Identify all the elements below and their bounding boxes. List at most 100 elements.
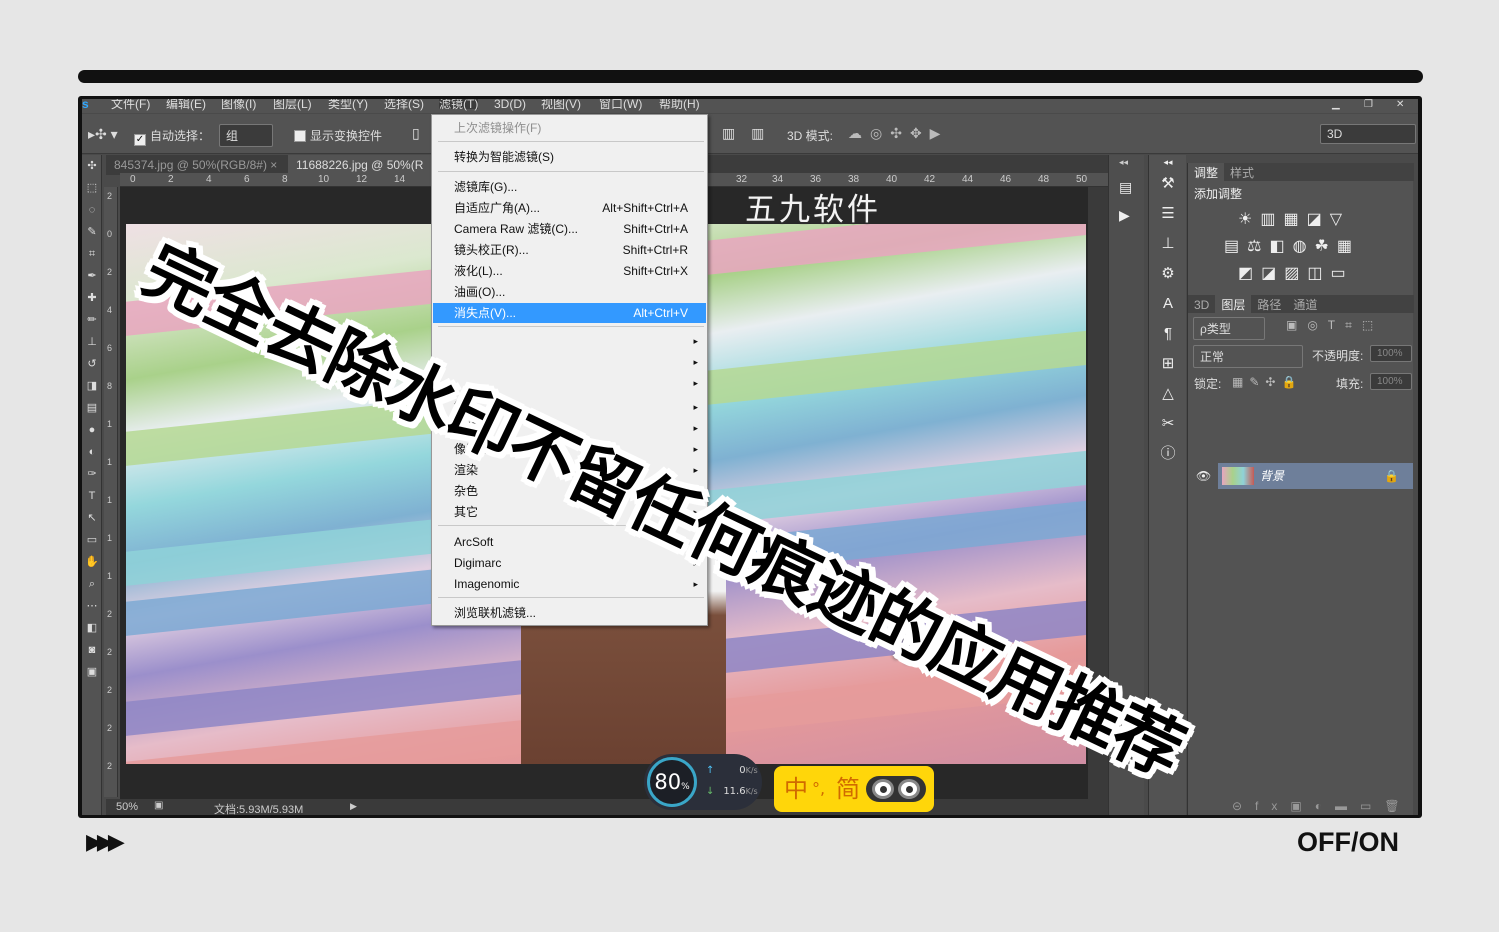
hand-icon[interactable]: ✋ [82,551,102,573]
ime-script-toggle[interactable]: 简 [836,766,860,812]
menu-3d[interactable]: 3D(D) [494,99,526,110]
menu-select[interactable]: 选择(S) [384,99,424,110]
opacity-input[interactable]: 100% [1370,345,1412,362]
menu-item-browse-online[interactable]: 浏览联机滤镜... [433,603,706,623]
eraser-icon[interactable]: ◨ [82,375,102,397]
text-icon[interactable]: T [82,485,102,507]
menu-edit[interactable]: 编辑(E) [166,99,206,110]
menu-window[interactable]: 窗口(W) [599,99,642,110]
menu-type[interactable]: 类型(Y) [328,99,368,110]
menu-item-oil-paint[interactable]: 油画(O)... [433,282,706,302]
history-brush-icon[interactable]: ↺ [82,353,102,375]
adjustment-icons-row-2[interactable]: ▤⚖◧◍☘▦ [1224,236,1360,256]
ime-punct-toggle[interactable]: °, [812,766,825,812]
layer-filter-icons[interactable]: ▣◎T⌗⬚ [1286,318,1383,333]
blend-mode-dropdown[interactable]: 正常 [1193,345,1303,368]
close-icon[interactable]: ✕ [1396,100,1404,110]
zoom-level[interactable]: 50% [116,801,138,813]
menu-view[interactable]: 视图(V) [541,99,581,110]
quick-select-icon[interactable]: ✎ [82,221,102,243]
menu-layer[interactable]: 图层(L) [273,99,312,110]
menu-item-liquify[interactable]: 液化(L)... Shift+Ctrl+X [433,261,706,281]
adjustment-icons-row-3[interactable]: ◩◪▨◫▭ [1238,263,1354,283]
adjust-sliders-icon[interactable]: ☰ [1149,199,1187,229]
healing-icon[interactable]: ✚ [82,287,102,309]
quick-mask-icon[interactable]: ◙ [82,639,102,661]
align-icon[interactable]: ▯ [412,125,420,142]
move-tool-icon[interactable]: ▸✣ ▾ [88,126,118,143]
visibility-eye-icon[interactable]: 👁 [1196,469,1211,483]
layer-kind-filter[interactable]: ρ类型 [1193,317,1265,340]
ime-mode-toggle[interactable]: 中 [784,766,808,812]
lock-icons[interactable]: ▦✎✣🔒 [1232,375,1302,389]
tab-doc-1[interactable]: 845374.jpg @ 50%(RGB/8#) × [106,155,285,175]
marquee-icon[interactable]: ⬚ [82,177,102,199]
menu-item-smart-filter[interactable]: 转换为智能滤镜(S) [433,147,706,167]
tab-styles[interactable]: 样式 [1224,163,1260,182]
tab-layers[interactable]: 图层 [1215,295,1252,314]
tab-channels[interactable]: 通道 [1287,295,1323,314]
lasso-icon[interactable]: ◌ [82,199,102,221]
eyedropper-icon[interactable]: ✒ [82,265,102,287]
workspace-dropdown[interactable]: 3D [1320,124,1416,144]
measurement-icon[interactable]: △ [1149,379,1187,409]
path-select-icon[interactable]: ↖ [82,507,102,529]
tools-icon[interactable]: ✂ [1149,409,1187,439]
screen-mode-icon[interactable]: ▣ [82,661,102,683]
brush-preset-icon[interactable]: ⚒ [1149,169,1187,199]
3d-icon[interactable]: ⊞ [1149,349,1187,379]
more-tools-icon[interactable]: ⋯ [82,595,102,617]
history-icon[interactable]: ▤ [1119,179,1132,196]
pen-icon[interactable]: ✑ [82,463,102,485]
dodge-icon[interactable]: ◐ [82,441,102,463]
menu-item-submenu[interactable]: ▸ [433,331,706,351]
menu-item-filter-gallery[interactable]: 滤镜库(G)... [433,177,706,197]
zoom-icon[interactable]: ⌕ [82,573,102,595]
menu-file[interactable]: 文件(F) [111,99,150,110]
adjustment-icons-row-1[interactable]: ☀▥▦◪▽ [1238,209,1350,229]
minion-goggles-icon[interactable] [866,776,926,802]
paragraph-icon[interactable]: ¶ [1149,319,1187,349]
color-swatch-icon[interactable]: ◧ [82,617,102,639]
stamp-icon[interactable]: ⊥ [82,331,102,353]
ime-toolbar[interactable]: 中 °, 简 [774,766,934,812]
blur-icon[interactable]: ● [82,419,102,441]
brush-icon[interactable]: ✏ [82,309,102,331]
actions-play-icon[interactable]: ▶ [1119,207,1130,224]
info-icon[interactable]: ⓘ [1149,439,1187,469]
auto-select-dropdown[interactable]: 组 [219,124,273,147]
tool-preset-icon[interactable]: ⚙ [1149,259,1187,289]
tab-3d[interactable]: 3D [1188,297,1215,313]
clone-source-icon[interactable]: ⊥ [1149,229,1187,259]
collapse-icon[interactable]: ◂◂ [1119,157,1128,168]
tab-doc-2[interactable]: 11688226.jpg @ 50%(R [288,155,432,175]
status-arrow-icon[interactable]: ▶ [350,801,357,812]
fill-input[interactable]: 100% [1370,373,1412,390]
show-transform-checkbox[interactable]: 显示变换控件 [294,127,382,144]
menu-image[interactable]: 图像(I) [221,99,256,110]
menu-item-vanishing-point[interactable]: 消失点(V)... Alt+Ctrl+V [433,303,706,323]
crop-icon[interactable]: ⌗ [82,243,102,265]
auto-select-checkbox[interactable]: ✓ 自动选择： [134,127,210,146]
network-speed-widget[interactable]: 80% ↑ 0K/s ↓ 11.6K/s [644,754,762,810]
layer-background[interactable]: 背景 🔒 [1218,463,1413,489]
tab-close-icon[interactable]: × [270,158,277,172]
menu-item-imagenomic[interactable]: Imagenomic ▸ [433,574,706,594]
menu-item-last-filter[interactable]: 上次滤镜操作(F) [433,118,706,138]
gradient-icon[interactable]: ▤ [82,397,102,419]
3d-mode-icons[interactable]: ☁◎✣✥▶ [848,125,948,142]
character-icon[interactable]: A [1149,289,1187,319]
shape-icon[interactable]: ▭ [82,529,102,551]
move-icon[interactable]: ✣ [82,155,102,177]
distribute-icons[interactable]: ▥ ▥ [722,125,770,142]
collapse-icon[interactable]: ◂◂ [1149,155,1187,169]
menu-item-adaptive-wide-angle[interactable]: 自适应广角(A)... Alt+Shift+Ctrl+A [433,198,706,218]
menu-help[interactable]: 帮助(H) [659,99,700,110]
menu-filter[interactable]: 滤镜(T) [439,99,479,110]
tab-adjustments[interactable]: 调整 [1188,163,1225,182]
minimize-icon[interactable]: ▁ [1332,100,1340,110]
restore-icon[interactable]: ❐ [1364,100,1373,110]
tab-paths[interactable]: 路径 [1251,295,1287,314]
menu-item-lens-correction[interactable]: 镜头校正(R)... Shift+Ctrl+R [433,240,706,260]
menu-item-camera-raw[interactable]: Camera Raw 滤镜(C)... Shift+Ctrl+A [433,219,706,239]
